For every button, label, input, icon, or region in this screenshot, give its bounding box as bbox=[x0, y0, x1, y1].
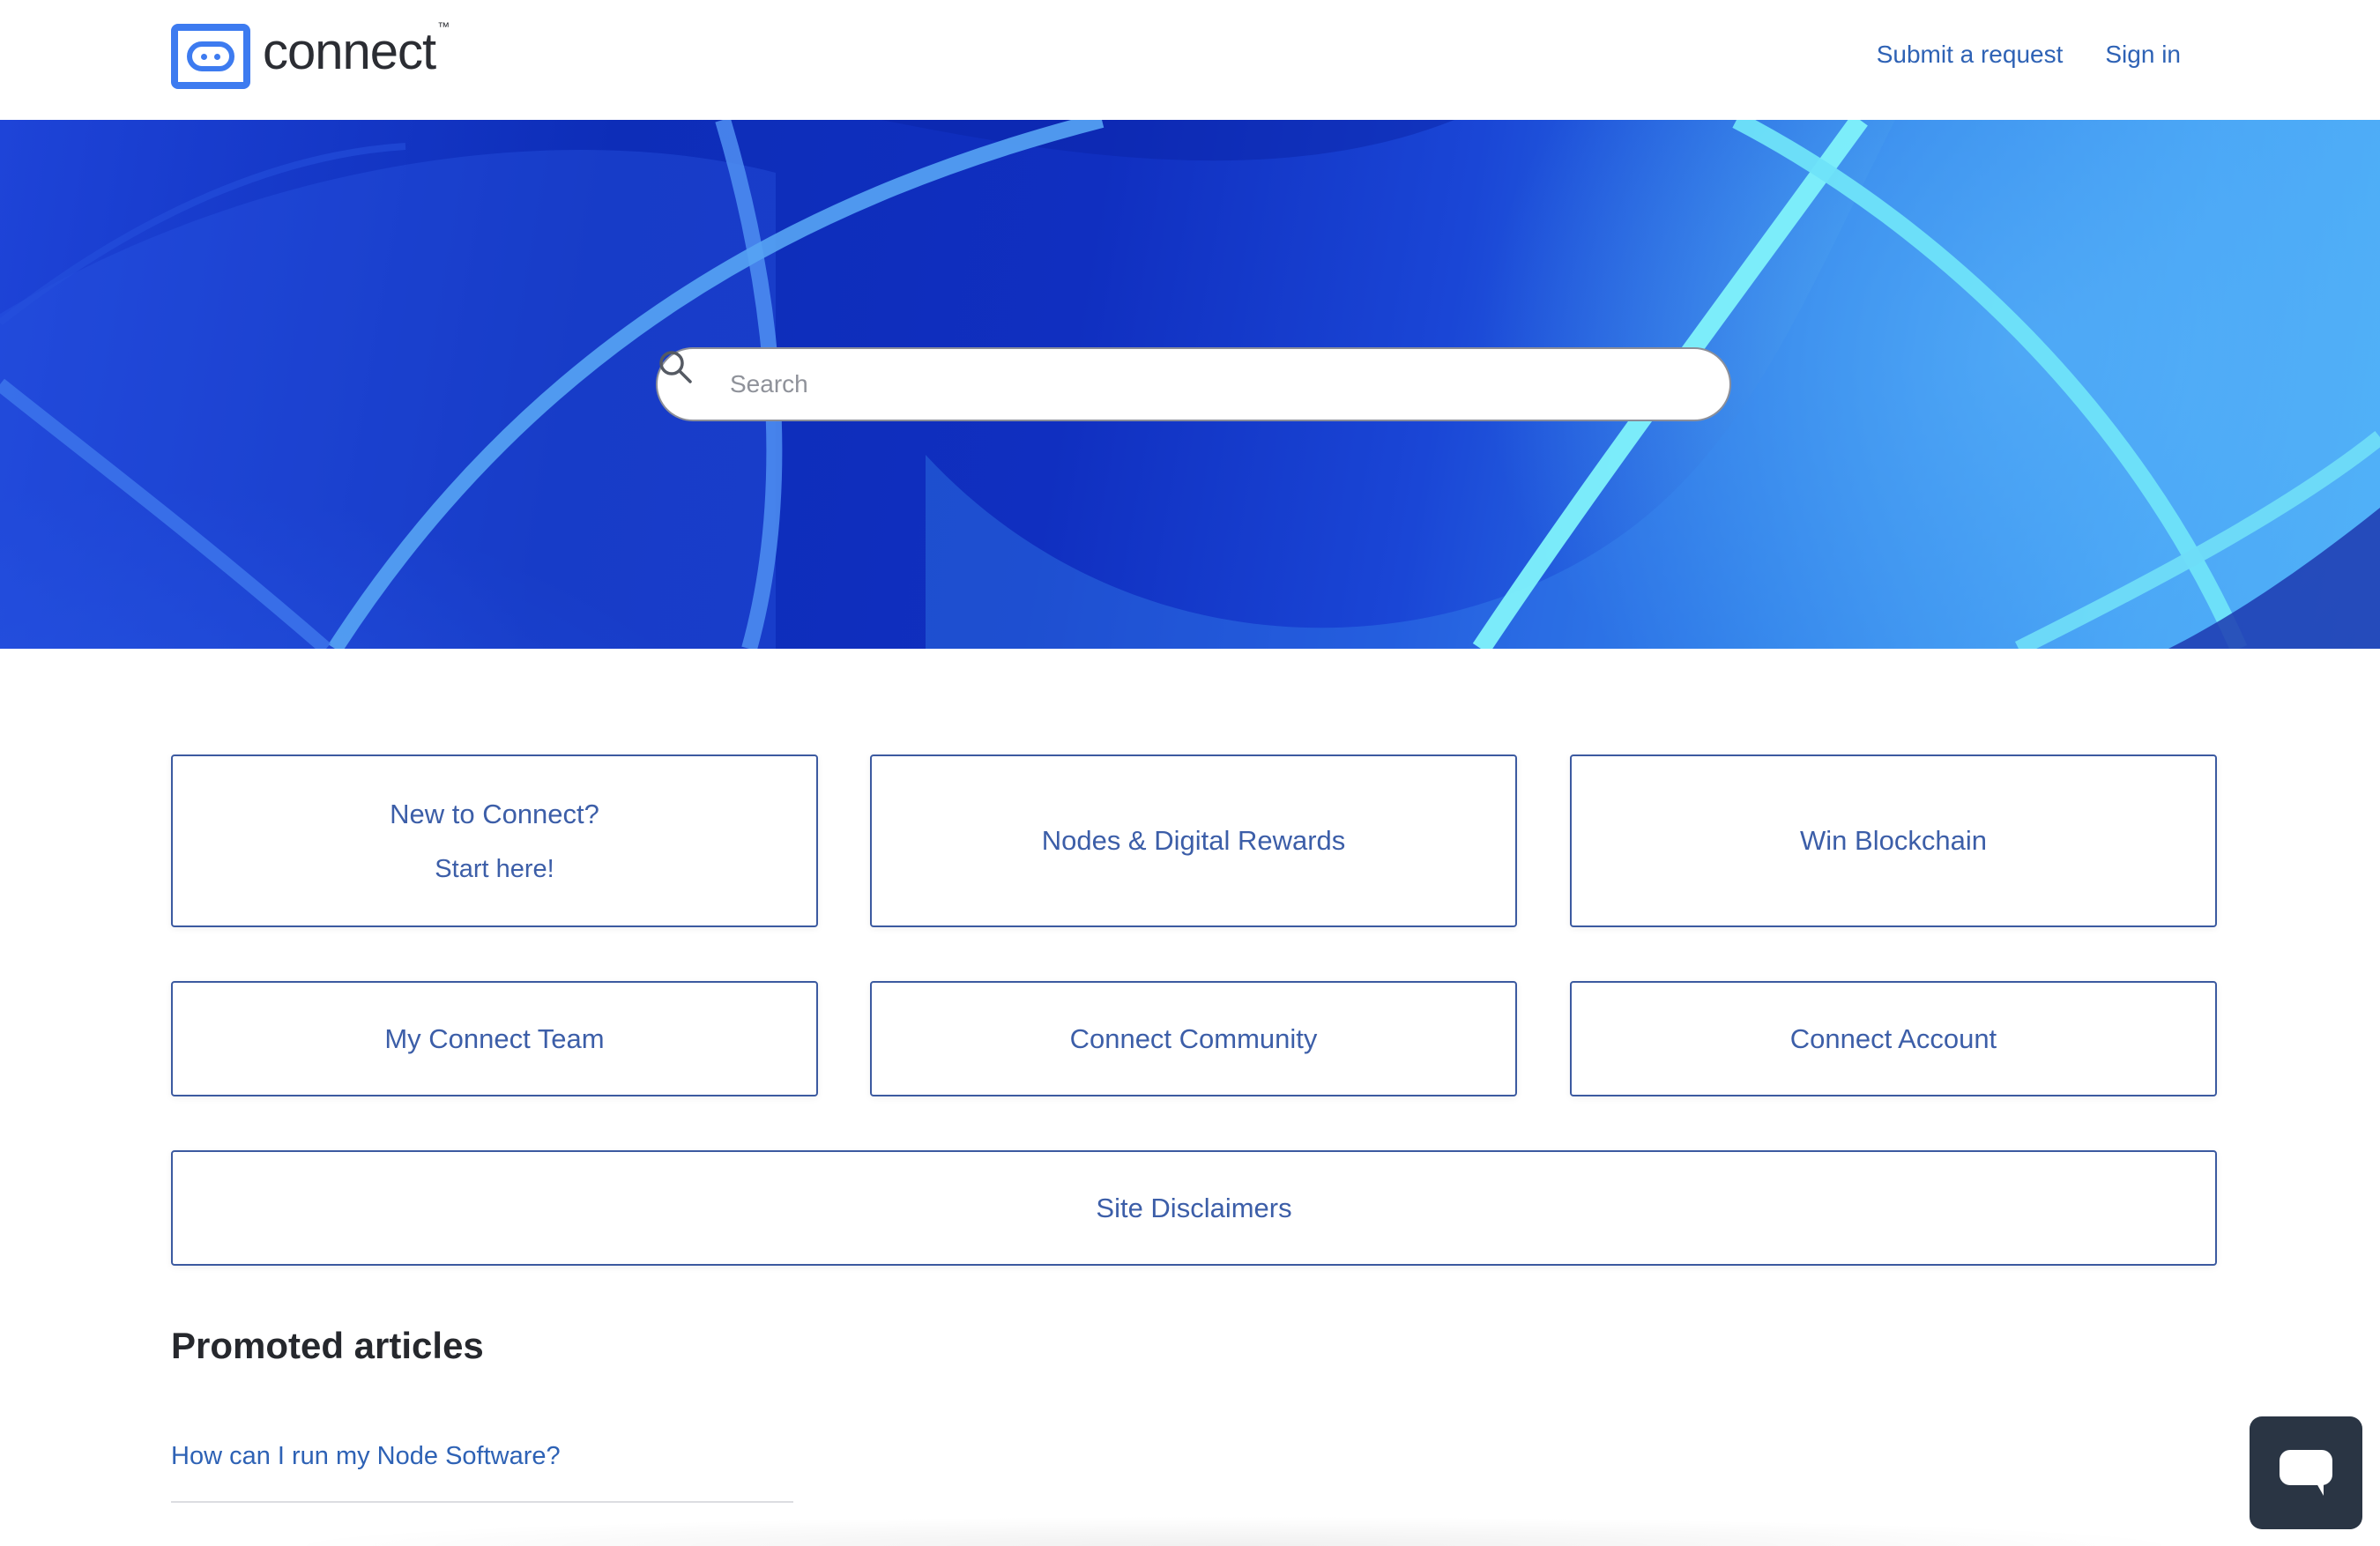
submit-request-link[interactable]: Submit a request bbox=[1877, 41, 2064, 69]
category-subtitle: Start here! bbox=[435, 854, 554, 883]
category-title: Nodes & Digital Rewards bbox=[1041, 825, 1346, 856]
category-connect-community[interactable]: Connect Community bbox=[870, 981, 1517, 1096]
search-bar[interactable] bbox=[656, 347, 1731, 421]
promoted-article-link[interactable]: How can I run my Node Software? bbox=[171, 1442, 561, 1471]
search-icon bbox=[659, 351, 692, 383]
category-title: My Connect Team bbox=[384, 1022, 605, 1054]
brand-name: connect bbox=[263, 22, 436, 80]
connect-logo-icon bbox=[171, 24, 250, 89]
category-my-connect-team[interactable]: My Connect Team bbox=[171, 981, 818, 1096]
category-connect-account[interactable]: Connect Account bbox=[1570, 981, 2217, 1096]
page: connect ™ Submit a request Sign in Searc… bbox=[0, 0, 2380, 1546]
category-title: Win Blockchain bbox=[1800, 825, 1987, 856]
brand-trademark: ™ bbox=[437, 19, 450, 33]
promoted-articles-heading: Promoted articles bbox=[171, 1325, 484, 1366]
promoted-divider bbox=[171, 1501, 793, 1503]
category-title: Connect Account bbox=[1789, 1022, 1997, 1054]
hero-banner bbox=[0, 120, 2380, 649]
category-title: New to Connect? bbox=[390, 798, 599, 829]
category-new-to-connect[interactable]: New to Connect? Start here! bbox=[171, 754, 818, 927]
logo-dot-right bbox=[214, 53, 220, 60]
logo-eye bbox=[187, 41, 234, 71]
category-title: Connect Community bbox=[1069, 1022, 1318, 1054]
logo-dot-left bbox=[201, 53, 207, 60]
category-nodes-digital-rewards[interactable]: Nodes & Digital Rewards bbox=[870, 754, 1517, 927]
chat-launcher-button[interactable] bbox=[2250, 1416, 2362, 1529]
category-title: Site Disclaimers bbox=[1096, 1192, 1292, 1223]
category-win-blockchain[interactable]: Win Blockchain bbox=[1570, 754, 2217, 927]
search-input[interactable] bbox=[730, 361, 1699, 407]
site-header: connect ™ Submit a request Sign in bbox=[0, 0, 2380, 120]
header-nav: Submit a request Sign in bbox=[1877, 41, 2181, 69]
sign-in-link[interactable]: Sign in bbox=[2105, 41, 2181, 69]
chat-bubble-icon bbox=[2280, 1450, 2332, 1496]
brand-logo[interactable]: connect ™ bbox=[171, 19, 450, 89]
bottom-shadow bbox=[264, 1516, 2204, 1546]
category-site-disclaimers[interactable]: Site Disclaimers bbox=[171, 1150, 2217, 1266]
